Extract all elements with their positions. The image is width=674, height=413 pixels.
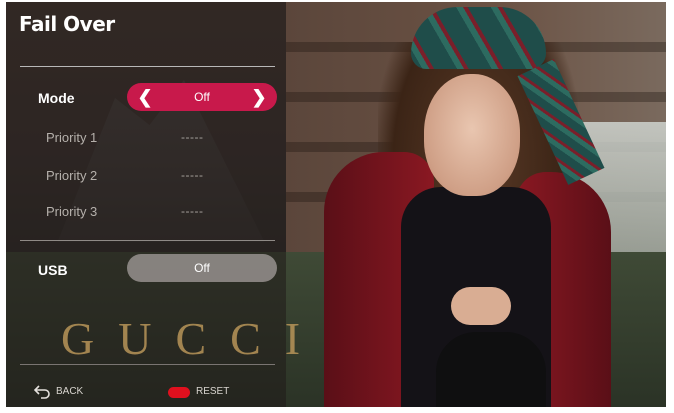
usb-value: Off <box>194 261 210 275</box>
priority-1-label: Priority 1 <box>46 130 98 145</box>
priority-2-label: Priority 2 <box>46 168 98 183</box>
usb-label: USB <box>38 262 68 278</box>
reset-button[interactable]: RESET <box>196 386 229 397</box>
usb-toggle[interactable]: Off <box>127 254 277 282</box>
footer-bar: BACK RESET <box>6 377 306 405</box>
priority-3-label: Priority 3 <box>46 204 98 219</box>
back-button[interactable]: BACK <box>56 386 83 397</box>
title-divider <box>20 66 275 67</box>
chevron-left-icon[interactable]: ❮ <box>133 83 157 111</box>
tv-screen: Fail Over Mode ❮ Off ❯ Priority 1 ----- … <box>6 2 666 407</box>
chevron-right-icon[interactable]: ❯ <box>247 83 271 111</box>
back-arrow-icon[interactable] <box>34 383 50 399</box>
priority-3-value[interactable]: ----- <box>181 204 203 218</box>
usb-divider <box>20 240 275 241</box>
brand-logo: GUCCI <box>61 313 325 364</box>
mode-label: Mode <box>38 90 75 106</box>
mode-selector[interactable]: ❮ Off ❯ <box>127 83 277 111</box>
priority-1-value[interactable]: ----- <box>181 130 203 144</box>
mode-value: Off <box>194 90 210 104</box>
red-key-icon[interactable] <box>168 387 190 398</box>
priority-2-value[interactable]: ----- <box>181 168 203 182</box>
menu-title: Fail Over <box>19 12 115 36</box>
